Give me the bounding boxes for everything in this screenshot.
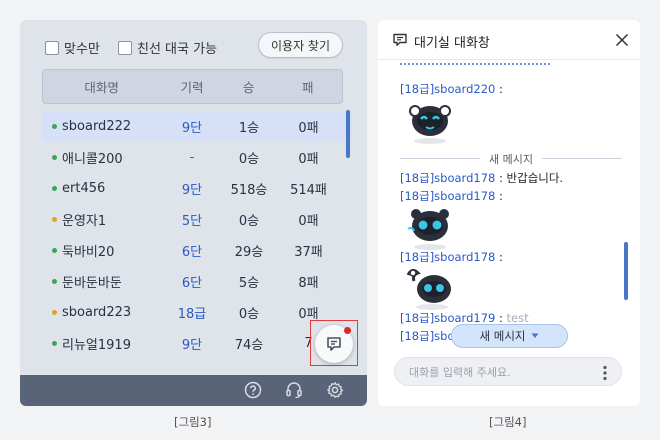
user-wins: 5승 bbox=[238, 276, 260, 291]
user-table: sboard222 9단 1승 0패 애니콜200-0승 0패 ert456 9단 518승 51… bbox=[42, 111, 352, 359]
message-text: test bbox=[506, 311, 529, 325]
user-losses: 0패 bbox=[298, 121, 319, 136]
open-chat-button[interactable] bbox=[315, 325, 353, 363]
chat-input-box bbox=[394, 357, 622, 386]
user-rank: 6단 bbox=[181, 245, 203, 260]
user-losses: 0패 bbox=[298, 214, 319, 229]
gear-icon[interactable] bbox=[325, 380, 345, 400]
help-icon[interactable] bbox=[243, 380, 263, 400]
chat-input[interactable] bbox=[409, 364, 589, 380]
checkbox-label: 친선 대국 가능 bbox=[137, 42, 218, 57]
scrollbar[interactable] bbox=[346, 110, 350, 158]
find-user-button[interactable]: 이용자 찾기 bbox=[258, 32, 343, 58]
user-name: sboard222 bbox=[62, 119, 132, 134]
robot-sticker bbox=[409, 105, 451, 144]
partial-message bbox=[400, 61, 550, 65]
chat-title: 대기실 대화창 bbox=[414, 36, 490, 51]
table-row[interactable]: 애니콜200 - 0승 0패 bbox=[42, 142, 352, 173]
message-sender: [18급]sboard178 : bbox=[400, 189, 503, 203]
checkbox-box[interactable] bbox=[45, 40, 59, 55]
user-wins: 1승 bbox=[238, 121, 260, 136]
user-rank: 9단 bbox=[181, 338, 203, 353]
user-rank: 5단 bbox=[181, 214, 203, 229]
user-wins: 29승 bbox=[234, 245, 264, 260]
friendly-match-checkbox[interactable]: 친선 대국 가능 bbox=[118, 38, 217, 57]
user-rank: 9단 bbox=[181, 121, 203, 136]
status-dot bbox=[52, 248, 57, 253]
table-row[interactable]: 둔바둔바둔 6단 5승 8패 bbox=[42, 266, 352, 297]
table-row[interactable]: sboard222 9단 1승 0패 bbox=[42, 111, 352, 142]
user-wins: 0승 bbox=[238, 307, 260, 322]
chat-icon bbox=[393, 33, 407, 46]
user-name: 둑바비20 bbox=[62, 245, 115, 260]
status-dot bbox=[52, 186, 57, 191]
user-name: 애니콜200 bbox=[62, 152, 123, 167]
user-name: 운영자1 bbox=[62, 214, 107, 229]
headset-icon[interactable] bbox=[284, 380, 304, 400]
caret-down-icon bbox=[531, 333, 539, 338]
chat-icon bbox=[327, 337, 341, 351]
bottom-toolbar bbox=[20, 375, 367, 406]
user-name: ert456 bbox=[62, 181, 106, 196]
column-header-rank[interactable]: 기력 bbox=[160, 77, 224, 96]
robot-sticker bbox=[407, 209, 449, 250]
close-icon[interactable] bbox=[614, 32, 630, 48]
status-dot bbox=[52, 217, 57, 222]
user-wins: 518승 bbox=[230, 183, 268, 198]
status-dot bbox=[52, 341, 57, 346]
message-text: 반갑습니다. bbox=[506, 171, 564, 185]
user-rank: 18급 bbox=[177, 307, 207, 322]
more-vertical-icon[interactable] bbox=[602, 365, 608, 381]
user-rank: 6단 bbox=[181, 276, 203, 291]
scrollbar[interactable] bbox=[624, 242, 628, 300]
user-rank: - bbox=[189, 150, 195, 165]
user-losses: 0패 bbox=[298, 152, 319, 167]
user-losses: 514패 bbox=[290, 183, 327, 198]
user-losses: 8패 bbox=[298, 276, 319, 291]
user-name: 리뉴얼1919 bbox=[62, 338, 131, 353]
column-header-wins[interactable]: 승 bbox=[224, 77, 274, 96]
column-header-losses[interactable]: 패 bbox=[273, 77, 342, 96]
chat-header: 대기실 대화창 bbox=[378, 20, 640, 60]
table-row[interactable]: ert456 9단 518승 514패 bbox=[42, 173, 352, 204]
table-header: 대화명 기력 승 패 bbox=[42, 69, 343, 104]
chat-panel: 대기실 대화창 [18급]sboard220 : 새 메시지 [18급]sboa bbox=[378, 20, 640, 406]
column-header-name[interactable]: 대화명 bbox=[43, 77, 160, 96]
status-dot bbox=[52, 155, 57, 160]
user-wins: 0승 bbox=[238, 152, 260, 167]
figure-caption-4: [그림4] bbox=[489, 415, 527, 429]
message-sender: [18급]sboard220 : bbox=[400, 82, 503, 96]
user-wins: 0승 bbox=[238, 214, 260, 229]
status-dot bbox=[52, 310, 57, 315]
notification-dot bbox=[344, 327, 351, 334]
user-list-panel: 맞수만 친선 대국 가능 이용자 찾기 대화명 기력 승 패 sboard222… bbox=[20, 20, 367, 406]
table-row[interactable]: sboard223 18급 0승 0패 bbox=[42, 297, 352, 328]
new-message-button[interactable]: 새 메시지 bbox=[451, 324, 568, 348]
checkbox-box[interactable] bbox=[118, 40, 132, 55]
user-losses: 37패 bbox=[294, 245, 323, 260]
rivals-only-checkbox[interactable]: 맞수만 bbox=[45, 38, 100, 57]
table-row[interactable]: 둑바비20 6단 29승 37패 bbox=[42, 235, 352, 266]
message-sender: [18급]sboard178 : 반갑습니다. bbox=[400, 171, 564, 185]
status-dot bbox=[52, 279, 57, 284]
status-dot bbox=[52, 124, 57, 129]
user-name: sboard223 bbox=[62, 305, 132, 320]
user-wins: 74승 bbox=[234, 338, 264, 353]
filter-bar: 맞수만 친선 대국 가능 이용자 찾기 bbox=[20, 20, 367, 70]
message-list: [18급]sboard220 : 새 메시지 [18급]sboard178 : … bbox=[378, 61, 640, 361]
figure-caption-3: [그림3] bbox=[174, 415, 212, 429]
checkbox-label: 맞수만 bbox=[64, 42, 100, 57]
new-message-divider: 새 메시지 bbox=[400, 151, 622, 166]
robot-sticker bbox=[406, 268, 451, 310]
table-row[interactable]: 운영자1 5단 0승 0패 bbox=[42, 204, 352, 235]
table-row[interactable]: 리뉴얼1919 9단 74승 7 bbox=[42, 328, 352, 359]
user-name: 둔바둔바둔 bbox=[62, 276, 122, 291]
user-rank: 9단 bbox=[181, 183, 203, 198]
